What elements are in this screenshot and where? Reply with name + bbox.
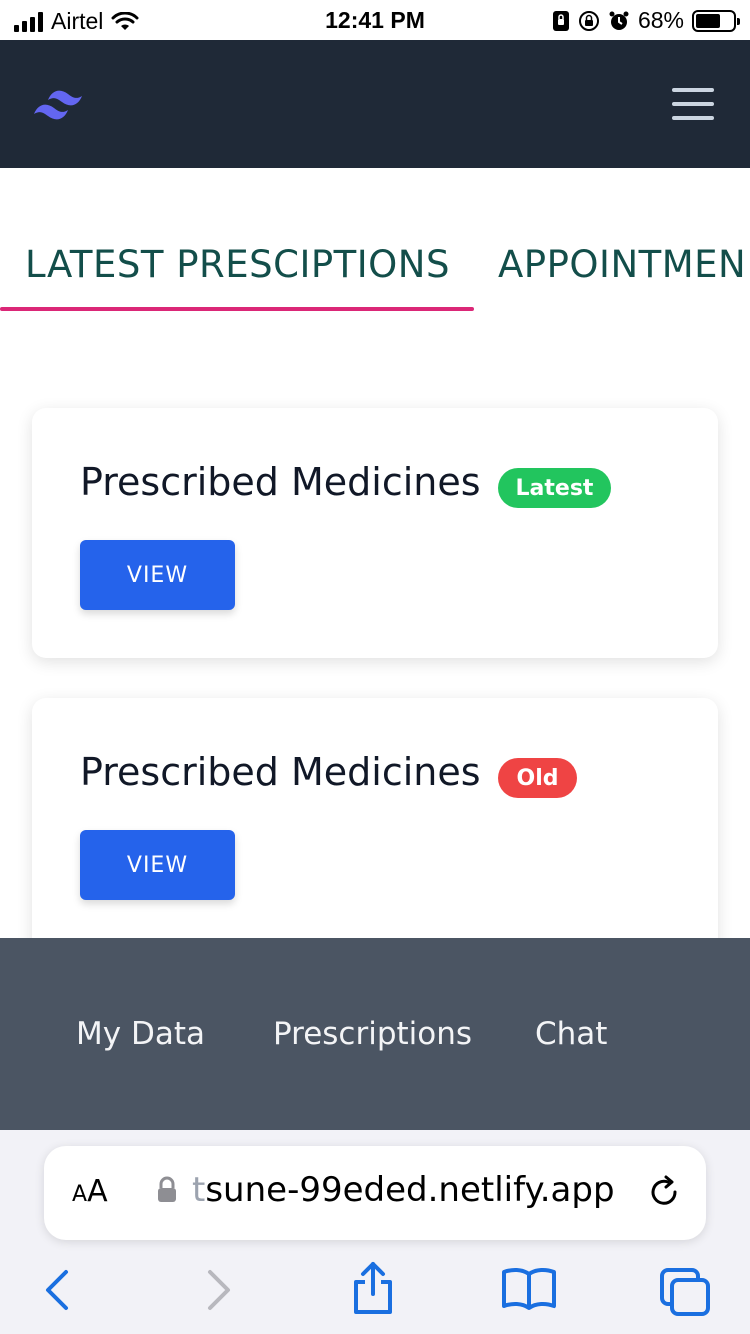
footer-link-prescriptions[interactable]: Prescriptions: [273, 1016, 472, 1052]
rotation-lock-icon: [578, 10, 599, 31]
status-badge-latest: Latest: [498, 468, 611, 508]
tailwind-logo-icon[interactable]: [32, 84, 96, 124]
tab-appointments[interactable]: APPOINTMEN: [498, 243, 746, 286]
aa-small: A: [72, 1182, 88, 1207]
bookmarks-icon[interactable]: [500, 1266, 558, 1312]
footer-link-my-data[interactable]: My Data: [76, 1016, 205, 1052]
status-right-group: 68%: [552, 7, 740, 34]
view-button[interactable]: VIEW: [80, 540, 235, 610]
status-bar: Airtel 12:41 PM 68%: [0, 0, 750, 40]
browser-toolbar: [0, 1260, 750, 1334]
browser-chrome: AA tsune-99eded.netlify.app: [0, 1130, 750, 1334]
tabs-icon[interactable]: [658, 1266, 714, 1318]
prescription-card: Prescribed Medicines Old VIEW: [32, 698, 718, 958]
footer-nav: My Data Prescriptions Chat: [0, 938, 750, 1130]
url-domain: sune-99eded.netlify.app: [205, 1170, 615, 1210]
status-badge-old: Old: [498, 758, 577, 798]
card-title: Prescribed Medicines: [80, 750, 481, 794]
portrait-lock-icon: [552, 10, 569, 31]
aa-large: A: [87, 1174, 108, 1209]
prescription-card: Prescribed Medicines Latest VIEW: [32, 408, 718, 658]
footer-link-chat[interactable]: Chat: [535, 1016, 607, 1052]
tab-bar: LATEST PRESCIPTIONS APPOINTMEN: [0, 168, 750, 318]
reader-settings-button[interactable]: AA: [72, 1174, 108, 1209]
top-navbar: [0, 40, 750, 168]
share-icon[interactable]: [350, 1260, 396, 1316]
url-faded-text: t: [192, 1170, 206, 1210]
battery-icon: [692, 9, 740, 32]
lock-icon: [158, 1176, 176, 1202]
back-icon[interactable]: [40, 1266, 76, 1314]
alarm-icon: [609, 11, 629, 30]
tab-latest-prescriptions[interactable]: LATEST PRESCIPTIONS: [25, 243, 450, 286]
view-button[interactable]: VIEW: [80, 830, 235, 900]
active-tab-indicator: [0, 307, 474, 311]
reload-icon[interactable]: [646, 1174, 682, 1210]
hamburger-menu-icon[interactable]: [672, 88, 714, 120]
battery-percent: 68%: [637, 7, 684, 33]
card-title: Prescribed Medicines: [80, 460, 481, 504]
address-bar[interactable]: AA tsune-99eded.netlify.app: [44, 1146, 706, 1240]
url-text[interactable]: tsune-99eded.netlify.app: [192, 1170, 615, 1210]
forward-icon[interactable]: [200, 1266, 236, 1314]
